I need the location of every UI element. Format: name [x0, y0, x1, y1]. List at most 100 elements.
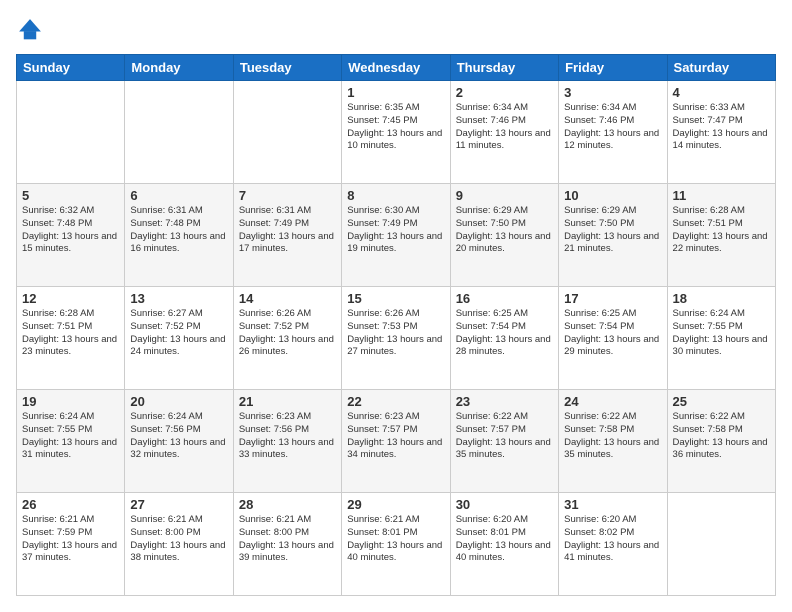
day-info: Sunrise: 6:22 AM Sunset: 7:58 PM Dayligh…: [673, 411, 770, 462]
day-number: 20: [130, 394, 227, 409]
day-cell: 8 Sunrise: 6:30 AM Sunset: 7:49 PM Daylig…: [342, 184, 450, 287]
day-info: Sunrise: 6:27 AM Sunset: 7:52 PM Dayligh…: [130, 308, 227, 359]
day-cell: 30 Sunrise: 6:20 AM Sunset: 8:01 PM Dayli…: [450, 493, 558, 596]
day-cell: [233, 81, 341, 184]
day-cell: 9 Sunrise: 6:29 AM Sunset: 7:50 PM Daylig…: [450, 184, 558, 287]
weekday-header-tuesday: Tuesday: [233, 55, 341, 81]
weekday-header-row: SundayMondayTuesdayWednesdayThursdayFrid…: [17, 55, 776, 81]
day-number: 30: [456, 497, 553, 512]
day-cell: 10 Sunrise: 6:29 AM Sunset: 7:50 PM Dayli…: [559, 184, 667, 287]
day-info: Sunrise: 6:24 AM Sunset: 7:56 PM Dayligh…: [130, 411, 227, 462]
weekday-header-friday: Friday: [559, 55, 667, 81]
week-row-2: 12 Sunrise: 6:28 AM Sunset: 7:51 PM Dayli…: [17, 287, 776, 390]
day-cell: 14 Sunrise: 6:26 AM Sunset: 7:52 PM Dayli…: [233, 287, 341, 390]
day-cell: 13 Sunrise: 6:27 AM Sunset: 7:52 PM Dayli…: [125, 287, 233, 390]
day-number: 11: [673, 188, 770, 203]
day-cell: 29 Sunrise: 6:21 AM Sunset: 8:01 PM Dayli…: [342, 493, 450, 596]
day-number: 19: [22, 394, 119, 409]
day-info: Sunrise: 6:34 AM Sunset: 7:46 PM Dayligh…: [564, 102, 661, 153]
day-cell: 6 Sunrise: 6:31 AM Sunset: 7:48 PM Daylig…: [125, 184, 233, 287]
day-number: 26: [22, 497, 119, 512]
day-number: 31: [564, 497, 661, 512]
day-number: 25: [673, 394, 770, 409]
day-info: Sunrise: 6:29 AM Sunset: 7:50 PM Dayligh…: [564, 205, 661, 256]
day-info: Sunrise: 6:21 AM Sunset: 8:00 PM Dayligh…: [130, 514, 227, 565]
day-number: 9: [456, 188, 553, 203]
day-number: 12: [22, 291, 119, 306]
day-info: Sunrise: 6:21 AM Sunset: 7:59 PM Dayligh…: [22, 514, 119, 565]
weekday-header-monday: Monday: [125, 55, 233, 81]
day-info: Sunrise: 6:26 AM Sunset: 7:53 PM Dayligh…: [347, 308, 444, 359]
day-cell: 21Sunrise: 6:23 AM Sunset: 7:56 PM Dayli…: [233, 390, 341, 493]
day-number: 27: [130, 497, 227, 512]
day-cell: 5 Sunrise: 6:32 AM Sunset: 7:48 PM Daylig…: [17, 184, 125, 287]
day-cell: 3Sunrise: 6:34 AM Sunset: 7:46 PM Daylig…: [559, 81, 667, 184]
weekday-header-wednesday: Wednesday: [342, 55, 450, 81]
day-number: 21: [239, 394, 336, 409]
day-number: 17: [564, 291, 661, 306]
day-number: 5: [22, 188, 119, 203]
day-number: 13: [130, 291, 227, 306]
day-info: Sunrise: 6:29 AM Sunset: 7:50 PM Dayligh…: [456, 205, 553, 256]
day-info: Sunrise: 6:31 AM Sunset: 7:49 PM Dayligh…: [239, 205, 336, 256]
day-info: Sunrise: 6:35 AM Sunset: 7:45 PM Dayligh…: [347, 102, 444, 153]
day-number: 6: [130, 188, 227, 203]
day-cell: 15 Sunrise: 6:26 AM Sunset: 7:53 PM Dayli…: [342, 287, 450, 390]
day-cell: 27 Sunrise: 6:21 AM Sunset: 8:00 PM Dayli…: [125, 493, 233, 596]
day-info: Sunrise: 6:22 AM Sunset: 7:58 PM Dayligh…: [564, 411, 661, 462]
day-number: 29: [347, 497, 444, 512]
day-cell: 23 Sunrise: 6:22 AM Sunset: 7:57 PM Dayli…: [450, 390, 558, 493]
day-number: 8: [347, 188, 444, 203]
day-cell: 24 Sunrise: 6:22 AM Sunset: 7:58 PM Dayli…: [559, 390, 667, 493]
day-cell: 2Sunrise: 6:34 AM Sunset: 7:46 PM Daylig…: [450, 81, 558, 184]
day-number: 7: [239, 188, 336, 203]
day-number: 22: [347, 394, 444, 409]
day-cell: 16Sunrise: 6:25 AM Sunset: 7:54 PM Dayli…: [450, 287, 558, 390]
weekday-header-sunday: Sunday: [17, 55, 125, 81]
day-info: Sunrise: 6:25 AM Sunset: 7:54 PM Dayligh…: [564, 308, 661, 359]
day-info: Sunrise: 6:22 AM Sunset: 7:57 PM Dayligh…: [456, 411, 553, 462]
calendar-table: SundayMondayTuesdayWednesdayThursdayFrid…: [16, 54, 776, 596]
day-info: Sunrise: 6:21 AM Sunset: 8:00 PM Dayligh…: [239, 514, 336, 565]
week-row-0: 1Sunrise: 6:35 AM Sunset: 7:45 PM Daylig…: [17, 81, 776, 184]
day-number: 15: [347, 291, 444, 306]
day-cell: 31 Sunrise: 6:20 AM Sunset: 8:02 PM Dayli…: [559, 493, 667, 596]
page: SundayMondayTuesdayWednesdayThursdayFrid…: [0, 0, 792, 612]
day-cell: 22 Sunrise: 6:23 AM Sunset: 7:57 PM Dayli…: [342, 390, 450, 493]
logo-icon: [16, 16, 44, 44]
logo: [16, 16, 48, 44]
day-number: 24: [564, 394, 661, 409]
day-info: Sunrise: 6:32 AM Sunset: 7:48 PM Dayligh…: [22, 205, 119, 256]
day-number: 18: [673, 291, 770, 306]
day-info: Sunrise: 6:23 AM Sunset: 7:57 PM Dayligh…: [347, 411, 444, 462]
day-info: Sunrise: 6:28 AM Sunset: 7:51 PM Dayligh…: [22, 308, 119, 359]
day-cell: 7 Sunrise: 6:31 AM Sunset: 7:49 PM Daylig…: [233, 184, 341, 287]
week-row-4: 26 Sunrise: 6:21 AM Sunset: 7:59 PM Dayli…: [17, 493, 776, 596]
day-info: Sunrise: 6:24 AM Sunset: 7:55 PM Dayligh…: [22, 411, 119, 462]
day-cell: 12 Sunrise: 6:28 AM Sunset: 7:51 PM Dayli…: [17, 287, 125, 390]
day-info: Sunrise: 6:30 AM Sunset: 7:49 PM Dayligh…: [347, 205, 444, 256]
day-info: Sunrise: 6:20 AM Sunset: 8:02 PM Dayligh…: [564, 514, 661, 565]
day-cell: [125, 81, 233, 184]
week-row-3: 19 Sunrise: 6:24 AM Sunset: 7:55 PM Dayli…: [17, 390, 776, 493]
weekday-header-saturday: Saturday: [667, 55, 775, 81]
day-info: Sunrise: 6:21 AM Sunset: 8:01 PM Dayligh…: [347, 514, 444, 565]
header: [16, 16, 776, 44]
day-info: Sunrise: 6:26 AM Sunset: 7:52 PM Dayligh…: [239, 308, 336, 359]
day-info: Sunrise: 6:33 AM Sunset: 7:47 PM Dayligh…: [673, 102, 770, 153]
day-info: Sunrise: 6:28 AM Sunset: 7:51 PM Dayligh…: [673, 205, 770, 256]
day-number: 23: [456, 394, 553, 409]
day-number: 10: [564, 188, 661, 203]
day-number: 14: [239, 291, 336, 306]
day-number: 2: [456, 85, 553, 100]
weekday-header-thursday: Thursday: [450, 55, 558, 81]
day-cell: [17, 81, 125, 184]
day-cell: 19 Sunrise: 6:24 AM Sunset: 7:55 PM Dayli…: [17, 390, 125, 493]
day-info: Sunrise: 6:20 AM Sunset: 8:01 PM Dayligh…: [456, 514, 553, 565]
day-info: Sunrise: 6:24 AM Sunset: 7:55 PM Dayligh…: [673, 308, 770, 359]
day-info: Sunrise: 6:31 AM Sunset: 7:48 PM Dayligh…: [130, 205, 227, 256]
day-cell: 20 Sunrise: 6:24 AM Sunset: 7:56 PM Dayli…: [125, 390, 233, 493]
day-number: 28: [239, 497, 336, 512]
day-number: 4: [673, 85, 770, 100]
day-cell: 11 Sunrise: 6:28 AM Sunset: 7:51 PM Dayli…: [667, 184, 775, 287]
